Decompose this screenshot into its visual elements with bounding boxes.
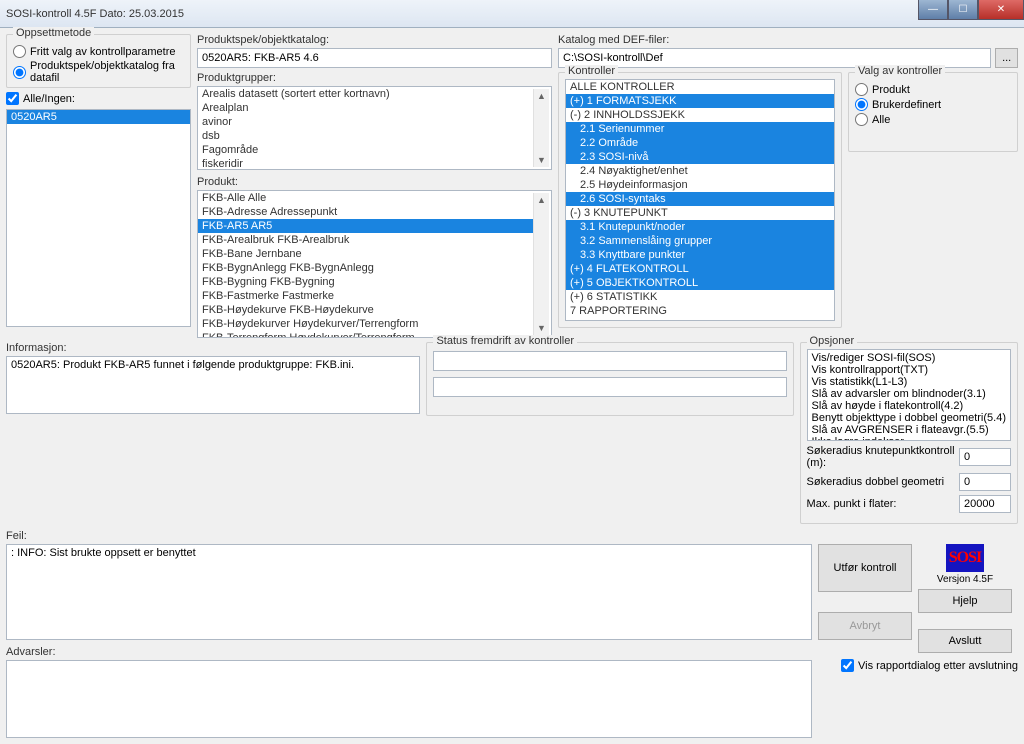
kontroller-item[interactable]: 2.3 SOSI-nivå (566, 150, 834, 164)
window-titlebar: SOSI-kontroll 4.5F Dato: 25.03.2015 — ☐ … (0, 0, 1024, 28)
radio-fritt-valg[interactable]: Fritt valg av kontrollparametre (13, 45, 184, 58)
feil-text[interactable]: : INFO: Sist brukte oppsett er benyttet (6, 544, 812, 640)
scrollbar[interactable] (533, 193, 549, 335)
produktgrupper-item[interactable]: Arealplan (198, 101, 533, 115)
produkt-list[interactable]: FKB-Alle AlleFKB-Adresse AdressepunktFKB… (197, 190, 552, 338)
valg-group: Valg av kontroller Produkt Brukerdefiner… (848, 72, 1018, 152)
produkt-item[interactable]: FKB-BygnAnlegg FKB-BygnAnlegg (198, 261, 533, 275)
produktgrupper-list[interactable]: Arealis datasett (sortert etter kortnavn… (197, 86, 552, 170)
produktgrupper-item[interactable]: fiskeridir (198, 157, 533, 170)
advarsler-label: Advarsler: (6, 646, 812, 658)
kontroller-item[interactable]: (+) 4 FLATEKONTROLL (566, 262, 834, 276)
produkt-item[interactable]: FKB-AR5 AR5 (198, 219, 533, 233)
info-text[interactable]: 0520AR5: Produkt FKB-AR5 funnet i følgen… (6, 356, 420, 414)
kontroller-group: Kontroller ALLE KONTROLLER(+) 1 FORMATSJ… (558, 72, 842, 328)
radio-brukerdefinert[interactable]: Brukerdefinert (855, 98, 1011, 111)
produkt-label: Produkt: (197, 176, 552, 188)
max-punkt-label: Max. punkt i flater: (807, 498, 897, 510)
opsjon-item[interactable]: Vis statistikk(L1-L3) (812, 376, 1006, 388)
versjon-label: Versjon 4.5F (918, 574, 1012, 585)
opsjoner-group: Opsjoner Vis/rediger SOSI-fil(SOS)Vis ko… (800, 342, 1018, 524)
produkt-item[interactable]: FKB-Høydekurver Høydekurver/Terrengform (198, 317, 533, 331)
close-button[interactable]: ✕ (978, 0, 1024, 20)
produkt-item[interactable]: FKB-Bygning FKB-Bygning (198, 275, 533, 289)
produkt-item[interactable]: FKB-Adresse Adressepunkt (198, 205, 533, 219)
oppsettmetode-title: Oppsettmetode (13, 27, 94, 39)
produkt-item[interactable]: FKB-Høydekurve FKB-Høydekurve (198, 303, 533, 317)
status-group: Status fremdrift av kontroller (426, 342, 793, 416)
sokeradius-knutepunkt-input[interactable] (959, 448, 1011, 466)
opsjoner-title: Opsjoner (807, 335, 858, 347)
opsjon-item[interactable]: Benytt objekttype i dobbel geometri(5.4) (812, 412, 1006, 424)
max-punkt-input[interactable] (959, 495, 1011, 513)
minimize-button[interactable]: — (918, 0, 948, 20)
status-line-2 (433, 377, 786, 397)
opsjon-item[interactable]: Vis/rediger SOSI-fil(SOS) (812, 352, 1006, 364)
opsjoner-list[interactable]: Vis/rediger SOSI-fil(SOS)Vis kontrollrap… (807, 349, 1011, 441)
produkt-item[interactable]: FKB-Alle Alle (198, 191, 533, 205)
kontroller-item[interactable]: 3.1 Knutepunkt/noder (566, 220, 834, 234)
produktspek-label: Produktspek/objektkatalog: (197, 34, 552, 46)
status-title: Status fremdrift av kontroller (433, 335, 577, 347)
opsjon-item[interactable]: Slå av advarsler om blindnoder(3.1) (812, 388, 1006, 400)
vis-rapportdialog-check[interactable]: Vis rapportdialog etter avslutning (818, 659, 1018, 672)
sokeradius-dobbel-input[interactable] (959, 473, 1011, 491)
kontroller-item[interactable]: (+) 5 OBJEKTKONTROLL (566, 276, 834, 290)
kontroller-item[interactable]: 3.3 Knyttbare punkter (566, 248, 834, 262)
info-label: Informasjon: (6, 342, 420, 354)
kontroller-item[interactable]: (+) 6 STATISTIKK (566, 290, 834, 304)
kontroller-title: Kontroller (565, 65, 618, 77)
katalog-label: Katalog med DEF-filer: (558, 34, 1018, 46)
produktgrupper-item[interactable]: Arealis datasett (sortert etter kortnavn… (198, 87, 533, 101)
kontroller-item[interactable]: ALLE KONTROLLER (566, 80, 834, 94)
produkt-item[interactable]: FKB-Fastmerke Fastmerke (198, 289, 533, 303)
produkt-item[interactable]: FKB-Bane Jernbane (198, 247, 533, 261)
produktgrupper-item[interactable]: Fagområde (198, 143, 533, 157)
produktgrupper-item[interactable]: dsb (198, 129, 533, 143)
kontroller-item[interactable]: 3.2 Sammenslåing grupper (566, 234, 834, 248)
utfor-kontroll-button[interactable]: Utfør kontroll (818, 544, 912, 592)
hjelp-button[interactable]: Hjelp (918, 589, 1012, 613)
browse-button[interactable]: ... (995, 48, 1018, 68)
scrollbar[interactable] (533, 89, 549, 167)
sokeradius-dobbel-label: Søkeradius dobbel geometri (807, 476, 945, 488)
produkt-item[interactable]: FKB-Arealbruk FKB-Arealbruk (198, 233, 533, 247)
kontroller-item[interactable]: 7 RAPPORTERING (566, 304, 834, 318)
radio-alle[interactable]: Alle (855, 113, 1011, 126)
sosi-logo-icon: SOSI (946, 544, 984, 572)
kontroller-item[interactable]: (-) 3 KNUTEPUNKT (566, 206, 834, 220)
radio-produktspek[interactable]: Produktspek/objektkatalog fra datafil (13, 60, 184, 84)
produktgrupper-item[interactable]: avinor (198, 115, 533, 129)
feil-label: Feil: (6, 530, 812, 542)
kontroller-tree[interactable]: ALLE KONTROLLER(+) 1 FORMATSJEKK(-) 2 IN… (565, 79, 835, 321)
maximize-button[interactable]: ☐ (948, 0, 978, 20)
file-list[interactable]: 0520AR5 (6, 109, 191, 327)
produktspek-input[interactable] (197, 48, 552, 68)
avslutt-button[interactable]: Avslutt (918, 629, 1012, 653)
kontroller-item[interactable]: (+) 1 FORMATSJEKK (566, 94, 834, 108)
opsjon-item[interactable]: Ikke lagre indekser (812, 436, 1006, 441)
alle-ingen-check[interactable]: Alle/Ingen: (6, 92, 191, 105)
radio-produkt[interactable]: Produkt (855, 83, 1011, 96)
opsjon-item[interactable]: Slå av høyde i flatekontroll(4.2) (812, 400, 1006, 412)
kontroller-item[interactable]: 2.6 SOSI-syntaks (566, 192, 834, 206)
kontroller-item[interactable]: 2.1 Serienummer (566, 122, 834, 136)
sokeradius-knutepunkt-label: Søkeradius knutepunktkontroll (m): (807, 445, 959, 469)
oppsettmetode-group: Oppsettmetode Fritt valg av kontrollpara… (6, 34, 191, 88)
kontroller-item[interactable]: (-) 2 INNHOLDSSJEKK (566, 108, 834, 122)
status-line-1 (433, 351, 786, 371)
produktgrupper-label: Produktgrupper: (197, 72, 552, 84)
window-controls: — ☐ ✕ (918, 0, 1024, 20)
kontroller-item[interactable]: 2.5 Høydeinformasjon (566, 178, 834, 192)
opsjon-item[interactable]: Slå av AVGRENSER i flateavgr.(5.5) (812, 424, 1006, 436)
kontroller-item[interactable]: 2.2 Område (566, 136, 834, 150)
advarsler-text[interactable] (6, 660, 812, 738)
window-title: SOSI-kontroll 4.5F Dato: 25.03.2015 (6, 8, 184, 20)
avbryt-button: Avbryt (818, 612, 912, 640)
file-list-item[interactable]: 0520AR5 (7, 110, 190, 124)
kontroller-item[interactable]: 2.4 Nøyaktighet/enhet (566, 164, 834, 178)
opsjon-item[interactable]: Vis kontrollrapport(TXT) (812, 364, 1006, 376)
valg-title: Valg av kontroller (855, 65, 945, 77)
